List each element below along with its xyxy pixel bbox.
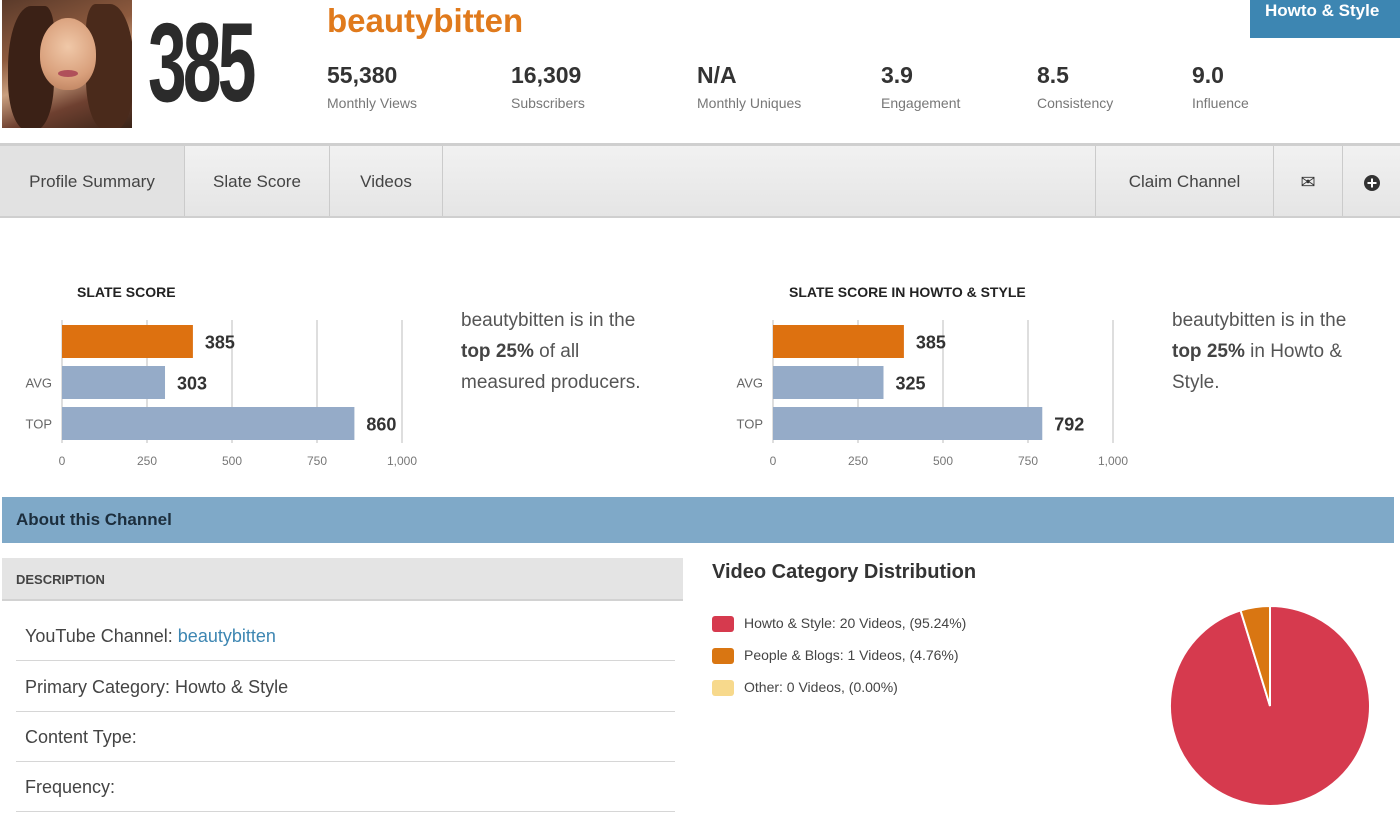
summary-overall: beautybitten is in the top 25% of all me…: [461, 305, 641, 398]
bar-value-label: 385: [916, 333, 946, 353]
distribution-title: Video Category Distribution: [712, 561, 977, 583]
summary-line: measured producers.: [461, 372, 641, 393]
bar-value-label: 325: [896, 374, 926, 394]
legend-label: Howto & Style: 20 Videos, (95.24%): [744, 615, 967, 631]
legend-item-other: Other: 0 Videos, (0.00%): [712, 677, 898, 697]
summary-line: top 25% in Howto &: [1172, 336, 1346, 367]
row-label: Primary Category: Howto & Style: [25, 677, 289, 697]
bar: [773, 366, 884, 399]
category-label: AVG: [737, 376, 764, 391]
category-score-bar-chart: 0 250 500 750 1,000 385 325 AVG 792 TOP: [737, 320, 1128, 468]
tab-videos[interactable]: Videos: [330, 146, 442, 216]
x-tick-label: 250: [137, 454, 157, 468]
avatar-face: [40, 18, 96, 90]
nav-divider: [442, 146, 443, 216]
summary-line: top 25% of all: [461, 336, 641, 367]
description-row-category: Primary Category: Howto & Style: [16, 662, 675, 712]
description-row-content-type: Content Type:: [16, 712, 675, 762]
summary-line: beautybitten is in the: [461, 310, 636, 331]
about-channel-bar: About this Channel: [2, 497, 1394, 543]
x-tick-label: 0: [770, 454, 777, 468]
stat-value: 9.0: [1192, 62, 1224, 88]
envelope-icon[interactable]: ✉: [1274, 146, 1342, 216]
description-row-youtube: YouTube Channel: beautybitten: [16, 611, 675, 661]
stat-label: Influence: [1192, 95, 1249, 111]
row-label: Content Type:: [25, 727, 137, 747]
legend-swatch: [712, 680, 734, 697]
category-label: TOP: [737, 417, 764, 432]
legend-swatch: [712, 616, 734, 633]
summary-category: beautybitten is in the top 25% in Howto …: [1172, 305, 1346, 398]
bar-value-label: 792: [1054, 415, 1084, 435]
tab-profile-summary[interactable]: Profile Summary: [0, 146, 184, 216]
legend-swatch: [712, 648, 734, 665]
slate-score-bar-chart: 0 250 500 750 1,000 385 303 AVG 860 TOP: [26, 320, 417, 468]
stat-label: Subscribers: [511, 95, 585, 111]
youtube-channel-link[interactable]: beautybitten: [178, 626, 276, 646]
stat-label: Engagement: [881, 95, 961, 111]
stat-value: N/A: [697, 62, 737, 88]
row-label: YouTube Channel:: [25, 626, 178, 646]
stat-value: 3.9: [881, 62, 913, 88]
summary-rest: in Howto &: [1244, 341, 1343, 362]
summary-line: Style.: [1172, 372, 1220, 393]
bar: [773, 407, 1043, 440]
summary-line: beautybitten is in the: [1172, 310, 1347, 331]
legend-item-howto: Howto & Style: 20 Videos, (95.24%): [712, 613, 966, 633]
claim-channel-button[interactable]: Claim Channel: [1096, 146, 1273, 216]
summary-rest: of all: [533, 341, 580, 362]
category-label: AVG: [26, 376, 53, 391]
category-pie-chart: [1169, 604, 1371, 807]
avatar-lips: [58, 70, 78, 77]
bar: [62, 407, 355, 440]
x-tick-label: 500: [222, 454, 242, 468]
legend-item-people: People & Blogs: 1 Videos, (4.76%): [712, 645, 959, 665]
category-label: TOP: [26, 417, 53, 432]
x-tick-label: 0: [59, 454, 66, 468]
avatar[interactable]: [2, 0, 132, 128]
stat-value: 8.5: [1037, 62, 1069, 88]
channel-name[interactable]: beautybitten: [327, 2, 523, 40]
summary-bold: top 25%: [1172, 341, 1245, 362]
chart-title-category-score: SLATE SCORE IN HOWTO & STYLE: [789, 284, 1026, 300]
x-tick-label: 1,000: [1098, 454, 1128, 468]
tab-slate-score[interactable]: Slate Score: [185, 146, 329, 216]
profile-nav-bar: Profile Summary Slate Score Videos Claim…: [0, 143, 1400, 218]
bar-value-label: 860: [366, 415, 396, 435]
bar-value-label: 303: [177, 374, 207, 394]
x-tick-label: 1,000: [387, 454, 417, 468]
stat-consistency: 8.5 Consistency: [1037, 61, 1113, 111]
stat-monthly-views: 55,380 Monthly Views: [327, 61, 417, 111]
stat-value: 55,380: [327, 62, 398, 88]
description-header: DESCRIPTION: [2, 558, 683, 601]
stat-monthly-uniques: N/A Monthly Uniques: [697, 61, 801, 111]
channel-header: 385 beautybitten 55,380 Monthly Views 16…: [0, 0, 1400, 143]
stat-value: 16,309: [511, 62, 582, 88]
chart-title-slate-score: SLATE SCORE: [77, 284, 176, 300]
bar: [773, 325, 904, 358]
summary-bold: top 25%: [461, 341, 534, 362]
slate-score-number: 385: [148, 0, 256, 125]
legend-label: People & Blogs: 1 Videos, (4.76%): [744, 647, 959, 663]
legend-label: Other: 0 Videos, (0.00%): [744, 679, 898, 695]
x-tick-label: 500: [933, 454, 953, 468]
stat-subscribers: 16,309 Subscribers: [511, 61, 585, 111]
bar: [62, 366, 166, 399]
stat-influence: 9.0 Influence: [1192, 61, 1249, 111]
x-tick-label: 750: [307, 454, 327, 468]
x-tick-label: 750: [1018, 454, 1038, 468]
stat-label: Monthly Views: [327, 95, 418, 111]
bar: [62, 325, 193, 358]
stat-engagement: 3.9 Engagement: [881, 61, 960, 111]
row-label: Frequency:: [25, 777, 116, 797]
bar-value-label: 385: [205, 333, 235, 353]
category-badge[interactable]: Howto & Style: [1250, 0, 1400, 38]
stat-label: Monthly Uniques: [697, 95, 802, 111]
description-row-frequency: Frequency:: [16, 762, 675, 812]
plus-circle-icon[interactable]: [1343, 146, 1400, 216]
x-tick-label: 250: [848, 454, 868, 468]
stat-label: Consistency: [1037, 95, 1114, 111]
